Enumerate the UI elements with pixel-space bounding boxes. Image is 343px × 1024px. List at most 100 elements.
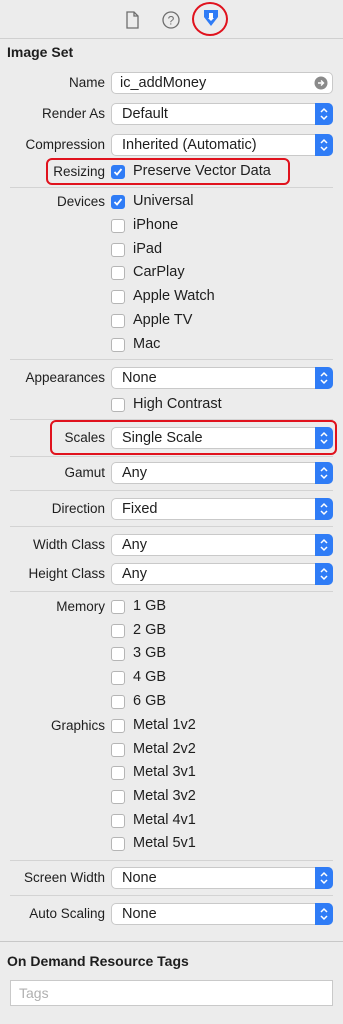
device-checkbox-ipad[interactable]	[111, 243, 125, 257]
render-as-label: Render As	[41, 106, 105, 121]
divider	[10, 526, 333, 527]
divider	[10, 359, 333, 360]
width-class-value: Any	[122, 537, 147, 553]
updown-chevron-icon	[315, 498, 333, 520]
updown-chevron-icon	[315, 367, 333, 389]
gamut-value: Any	[122, 465, 147, 481]
scales-select[interactable]: Single Scale	[111, 427, 333, 449]
device-checkbox-apple-watch[interactable]	[111, 290, 125, 304]
device-checkbox-apple-tv[interactable]	[111, 314, 125, 328]
render-as-value: Default	[122, 106, 168, 122]
name-label: Name	[68, 75, 105, 90]
updown-chevron-icon	[315, 103, 333, 125]
compression-label: Compression	[25, 137, 105, 152]
compression-value: Inherited (Automatic)	[122, 137, 257, 153]
screen-width-select[interactable]: None	[111, 867, 333, 889]
width-class-label: Width Class	[32, 537, 105, 552]
memory-option-label: 1 GB	[133, 598, 167, 614]
checkmark-icon	[113, 198, 123, 206]
arrow-circle-right-icon[interactable]	[314, 76, 328, 96]
auto-scaling-select[interactable]: None	[111, 903, 333, 925]
device-checkbox-mac[interactable]	[111, 338, 125, 352]
graphics-option-label: Metal 5v1	[133, 835, 196, 851]
memory-checkbox[interactable]	[111, 671, 125, 685]
screen-width-value: None	[122, 870, 157, 886]
divider	[10, 860, 333, 861]
section-title-image-set: Image Set	[7, 44, 74, 60]
graphics-option-label: Metal 4v1	[133, 812, 196, 828]
memory-option-label: 4 GB	[133, 669, 167, 685]
graphics-option-label: Metal 2v2	[133, 741, 196, 757]
gamut-label: Gamut	[64, 465, 105, 480]
svg-text:?: ?	[168, 14, 175, 28]
device-label-apple-tv: Apple TV	[133, 312, 193, 328]
graphics-option-label: Metal 1v2	[133, 717, 196, 733]
name-value: ic_addMoney	[120, 75, 207, 91]
preserve-vector-label: Preserve Vector Data	[133, 163, 271, 179]
graphics-checkbox[interactable]	[111, 719, 125, 733]
device-label-iphone: iPhone	[133, 217, 179, 233]
graphics-checkbox[interactable]	[111, 837, 125, 851]
updown-chevron-icon	[315, 462, 333, 484]
updown-chevron-icon	[315, 427, 333, 449]
divider	[10, 895, 333, 896]
preserve-vector-checkbox[interactable]	[111, 165, 125, 179]
memory-checkbox[interactable]	[111, 624, 125, 638]
compression-select[interactable]: Inherited (Automatic)	[111, 134, 333, 156]
divider	[10, 187, 333, 188]
scales-value: Single Scale	[122, 430, 203, 446]
graphics-checkbox[interactable]	[111, 814, 125, 828]
resizing-label: Resizing	[53, 164, 105, 179]
highlight-circle	[192, 2, 228, 36]
divider	[10, 591, 333, 592]
updown-chevron-icon	[315, 134, 333, 156]
section-title-on-demand-tags: On Demand Resource Tags	[7, 953, 189, 969]
memory-label: Memory	[56, 599, 105, 614]
render-as-select[interactable]: Default	[111, 103, 333, 125]
direction-select[interactable]: Fixed	[111, 498, 333, 520]
height-class-label: Height Class	[28, 566, 105, 581]
appearances-value: None	[122, 370, 157, 386]
help-icon[interactable]: ?	[161, 10, 181, 30]
device-label-apple-watch: Apple Watch	[133, 288, 215, 304]
gamut-select[interactable]: Any	[111, 462, 333, 484]
memory-checkbox[interactable]	[111, 647, 125, 661]
device-label-carplay: CarPlay	[133, 264, 185, 280]
divider	[10, 456, 333, 457]
graphics-checkbox[interactable]	[111, 766, 125, 780]
graphics-checkbox[interactable]	[111, 790, 125, 804]
device-checkbox-carplay[interactable]	[111, 266, 125, 280]
memory-checkbox[interactable]	[111, 695, 125, 709]
device-checkbox-universal[interactable]	[111, 195, 125, 209]
appearances-label: Appearances	[25, 370, 105, 385]
tags-input[interactable]	[10, 980, 333, 1006]
memory-checkbox[interactable]	[111, 600, 125, 614]
device-label-ipad: iPad	[133, 241, 163, 257]
graphics-label: Graphics	[50, 718, 105, 733]
checkmark-icon	[113, 168, 123, 176]
direction-value: Fixed	[122, 501, 158, 517]
updown-chevron-icon	[315, 867, 333, 889]
section-separator	[0, 941, 343, 942]
height-class-select[interactable]: Any	[111, 563, 333, 585]
name-field[interactable]: ic_addMoney	[111, 72, 333, 94]
devices-label: Devices	[56, 194, 105, 209]
high-contrast-label: High Contrast	[133, 396, 222, 412]
graphics-checkbox[interactable]	[111, 743, 125, 757]
width-class-select[interactable]: Any	[111, 534, 333, 556]
device-label-mac: Mac	[133, 336, 161, 352]
inspector-tab-bar: ?	[0, 0, 343, 39]
file-icon[interactable]	[122, 10, 142, 30]
appearances-select[interactable]: None	[111, 367, 333, 389]
auto-scaling-label: Auto Scaling	[29, 906, 105, 921]
divider	[10, 490, 333, 491]
screen-width-label: Screen Width	[23, 870, 105, 885]
height-class-value: Any	[122, 566, 147, 582]
device-checkbox-iphone[interactable]	[111, 219, 125, 233]
high-contrast-checkbox[interactable]	[111, 398, 125, 412]
direction-label: Direction	[51, 501, 105, 516]
updown-chevron-icon	[315, 903, 333, 925]
device-label-universal: Universal	[133, 193, 194, 209]
graphics-option-label: Metal 3v2	[133, 788, 196, 804]
updown-chevron-icon	[315, 563, 333, 585]
